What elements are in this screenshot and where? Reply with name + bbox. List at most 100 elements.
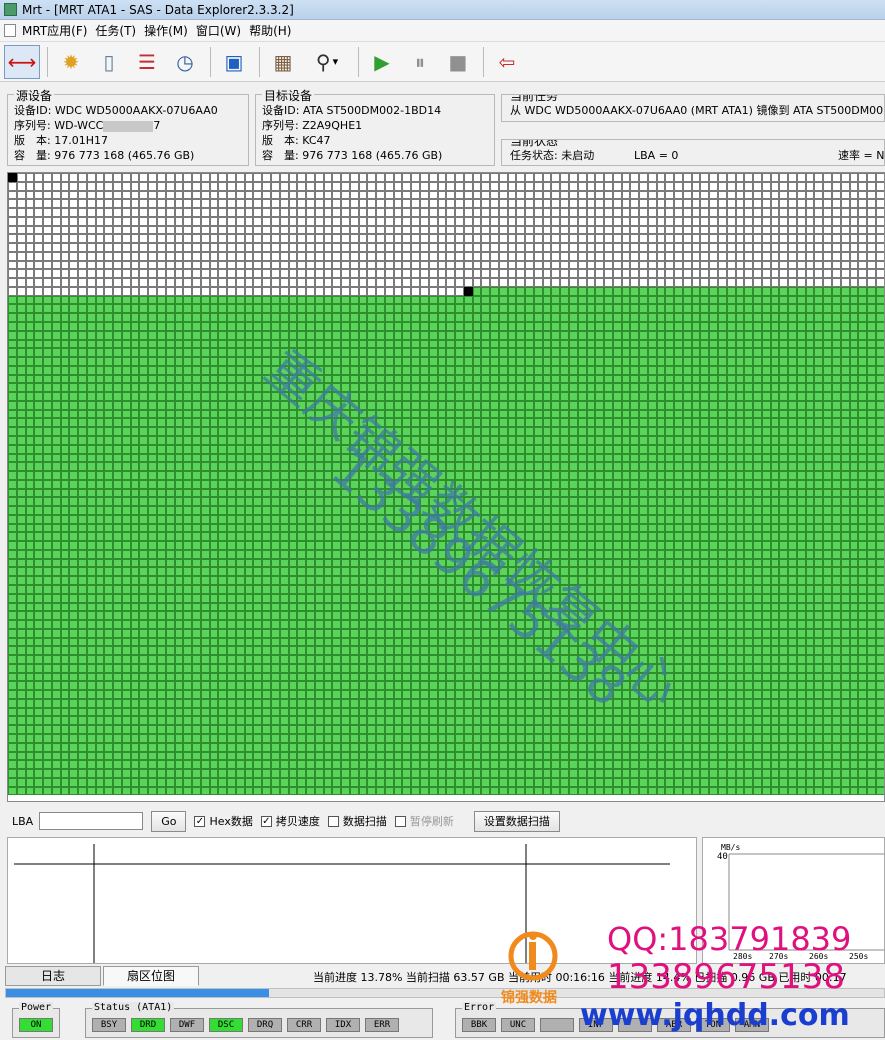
sector-cell [113, 497, 122, 507]
sector-cell [69, 313, 79, 323]
sector-cell [34, 523, 44, 533]
sector-cell [735, 322, 745, 331]
menu-operation[interactable]: 操作(M) [144, 22, 196, 39]
sector-cell [384, 409, 394, 419]
sector-cell [507, 278, 517, 287]
sector-cell [507, 471, 517, 480]
menu-mrt-app[interactable]: MRT应用(F) [22, 22, 95, 39]
sector-cell [481, 330, 491, 340]
sector-cell [796, 278, 806, 287]
sector-cell [718, 383, 727, 393]
sector-cell [788, 593, 797, 603]
sector-cell [60, 392, 70, 401]
sector-cell [481, 243, 491, 252]
sector-cell [831, 532, 841, 542]
sector-cell [595, 506, 605, 515]
sector-cell [113, 523, 122, 533]
sector-cell [402, 567, 412, 577]
sector-cell [560, 488, 569, 498]
sector-cell [805, 435, 815, 445]
sector-cell [200, 216, 210, 226]
settings-gear-button[interactable]: ✹ [53, 45, 89, 79]
sector-cell [209, 444, 219, 454]
save-icon: ▣ [224, 49, 244, 74]
sector-cell [691, 541, 701, 550]
sector-cell [332, 488, 342, 498]
sector-cell [402, 295, 412, 305]
sector-cell [25, 514, 35, 524]
connect-button[interactable]: ⟷ [4, 44, 40, 79]
sector-cell [577, 278, 587, 287]
sector-cell [604, 418, 613, 428]
bars-button[interactable]: ☰ [129, 45, 165, 79]
sector-cell [551, 313, 561, 323]
sector-cell [165, 549, 175, 559]
sector-cell [481, 348, 491, 358]
sector-cell [726, 251, 736, 261]
sector-cell [376, 365, 385, 375]
menu-task[interactable]: 任务(T) [95, 22, 144, 39]
pause-button[interactable]: ⏸ [402, 45, 438, 79]
sector-cell [875, 208, 884, 217]
sector-cell [674, 322, 683, 331]
sector-cell [630, 471, 640, 480]
sector-cell [393, 427, 403, 436]
menu-help[interactable]: 帮助(H) [249, 22, 299, 39]
exit-button[interactable]: ⇦ [489, 45, 525, 79]
sector-cell [805, 357, 815, 366]
sector-cell [78, 243, 87, 252]
sector-cell [367, 348, 377, 358]
sector-cell [183, 286, 193, 296]
sector-cell [411, 243, 420, 252]
chevron-down-icon[interactable]: ▾ [333, 55, 339, 68]
sector-cell [516, 453, 526, 463]
sector-cell [174, 216, 184, 226]
sector-cell [218, 278, 228, 287]
sector-cell [104, 453, 114, 463]
timer-button[interactable]: ◷ [167, 45, 203, 79]
sector-cell [130, 497, 140, 507]
sector-cell [349, 260, 359, 270]
sector-cell [665, 286, 675, 296]
config-button[interactable]: ▦ [265, 45, 301, 79]
sector-cell [367, 374, 377, 384]
document-icon[interactable] [4, 24, 16, 37]
sector-cell [498, 181, 508, 191]
sector-cell [823, 348, 832, 358]
sector-cell [507, 383, 517, 393]
sector-cell [446, 488, 456, 498]
sector-cell [831, 216, 841, 226]
sector-cell [805, 190, 815, 200]
sector-cell [831, 593, 841, 603]
sector-cell [218, 339, 228, 349]
sector-cell [183, 471, 193, 480]
menu-window[interactable]: 窗口(W) [196, 22, 249, 39]
sector-cell [612, 409, 622, 419]
sector-cell [95, 558, 105, 568]
sector-cell [612, 541, 622, 550]
sector-cell [490, 532, 499, 542]
sector-cell [174, 260, 184, 270]
sector-cell [34, 541, 44, 550]
sector-cell [674, 532, 683, 542]
sector-cell [121, 225, 131, 235]
sector-cell [86, 365, 96, 375]
sector-cell [656, 593, 666, 603]
play-button[interactable]: ▶ [364, 45, 400, 79]
stop-button[interactable]: ■ [440, 45, 476, 79]
sector-cell [560, 444, 569, 454]
sector-cell [218, 427, 228, 436]
sector-cell [165, 374, 175, 384]
sector-bitmap[interactable] [7, 172, 885, 802]
sector-cell [612, 269, 622, 279]
sector-cell [78, 593, 87, 603]
sector-cell [840, 322, 850, 331]
sector-cell [840, 225, 850, 235]
save-button[interactable]: ▣ [216, 45, 252, 79]
sector-cell [297, 488, 307, 498]
sector-cell [174, 365, 184, 375]
disk-button[interactable]: ▯ [91, 45, 127, 79]
tool-dropdown-button[interactable]: ⚲ ▾ [303, 45, 351, 79]
sector-cell [253, 514, 263, 524]
sector-cell [779, 567, 789, 577]
